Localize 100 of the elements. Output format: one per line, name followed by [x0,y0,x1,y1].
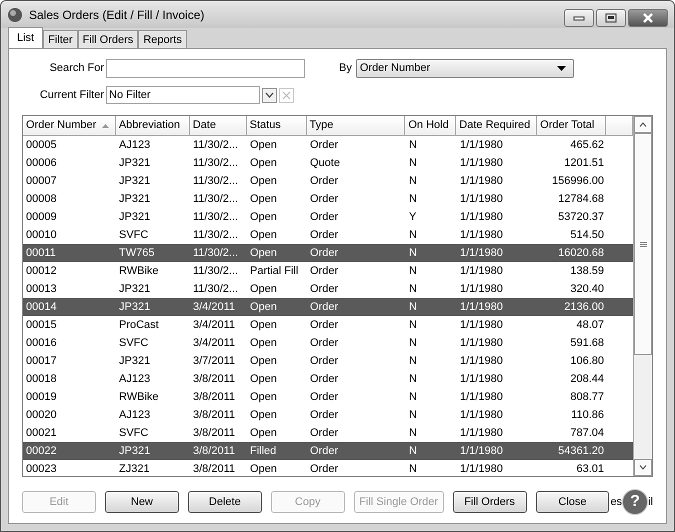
maximize-button[interactable] [596,9,626,27]
table-cell-text: 1/1/1980 [459,138,504,153]
table-row[interactable]: 00012 RWBike 11/30/2... Partial Fill Order N 1/1/1980 138.59 [23,262,633,280]
table-cell-text: 11/30/2... [192,138,240,153]
table-row[interactable]: 00009 JP321 11/30/2... Open Order Y 1/1/1980 53720.37 [23,208,633,226]
chevron-down-icon [639,465,647,470]
table-cell-text: N [408,462,418,476]
column-header[interactable]: Order Total [537,116,606,135]
table-cell-text: 11/30/2... [192,156,240,171]
clear-icon [282,90,291,100]
table-cell-text: Quote [309,156,341,171]
table-cell-text: 1/1/1980 [459,372,504,387]
table-cell-text: 53720.37 [557,210,605,225]
table-cell-text: ProCast [118,318,160,333]
scroll-down-button[interactable] [634,459,652,476]
filter-field[interactable]: No Filter [106,86,260,104]
table-cell-text: 00015 [25,318,58,333]
table-cell-text: 00014 [25,300,58,315]
column-header[interactable]: Order Number [23,116,116,135]
column-header[interactable]: Date [190,116,247,135]
scroll-up-button[interactable] [634,116,652,133]
table-cell-text: 3/8/2011 [192,444,236,459]
table-row[interactable]: 00008 JP321 11/30/2... Open Order N 1/1/1980 12784.68 [23,190,633,208]
table-cell-text: N [408,300,418,315]
table-row[interactable]: 00020 AJ123 3/8/2011 Open Order N 1/1/1980 110.86 [23,406,633,424]
table-cell-text: 1/1/1980 [459,246,504,261]
table-row[interactable]: 00005 AJ123 11/30/2... Open Order N 1/1/1980 465.62 [23,136,633,154]
column-header[interactable]: Abbreviation [116,116,190,135]
table-cell-text: N [408,174,418,189]
table-cell-text: 00022 [25,444,58,459]
column-header[interactable]: Date Required [456,116,538,135]
table-cell-text: 3/8/2011 [192,372,236,387]
table-row[interactable]: 00007 JP321 11/30/2... Open Order N 1/1/1980 156996.00 [23,172,633,190]
table-cell-text: Order [309,426,340,441]
table-cell-text: 00020 [25,408,58,423]
table-cell-text: SVFC [118,426,150,441]
table-cell-text: N [408,444,418,459]
table-row[interactable]: 00016 SVFC 3/4/2011 Open Order N 1/1/1980 591.68 [23,334,633,352]
table-cell-text: 3/8/2011 [192,408,236,423]
table-cell-text: AJ123 [118,408,152,423]
grip-icon [640,242,646,246]
minimize-button[interactable] [564,9,594,27]
table-row[interactable]: 00023 ZJ321 3/8/2011 Open Order N 1/1/1980 63.01 [23,460,633,476]
table-cell-text: N [408,282,418,297]
chevron-up-icon [639,122,647,127]
table-cell-text: Order [309,462,340,476]
table-cell-text: 514.50 [569,228,605,243]
table-row[interactable]: 00019 RWBike 3/8/2011 Open Order N 1/1/1980 808.77 [23,388,633,406]
table-cell-text: Partial Fill [249,264,300,279]
table-row[interactable]: 00010 SVFC 11/30/2... Open Order N 1/1/1980 514.50 [23,226,633,244]
table-cell-text: 1/1/1980 [459,174,504,189]
chevron-down-icon [265,92,274,98]
table-row[interactable]: 00021 SVFC 3/8/2011 Open Order N 1/1/1980 787.04 [23,424,633,442]
app-orb-icon [7,6,23,22]
table-cell-text: 591.68 [569,336,605,351]
table-cell-text: 16020.68 [557,246,605,261]
column-header[interactable]: Type [306,116,406,135]
table-row[interactable]: 00011 TW765 11/30/2... Open Order N 1/1/1980 16020.68 [23,244,633,262]
action-button[interactable]: New [104,491,179,513]
table-cell-text: 00006 [25,156,58,171]
table-cell-text: TW765 [118,246,156,261]
close-button[interactable] [628,9,668,27]
tab[interactable]: Filter [43,30,78,48]
table-cell-text: 11/30/2... [192,174,240,189]
table-row[interactable]: 00015 ProCast 3/4/2011 Open Order N 1/1/1980 48.07 [23,316,633,334]
action-button[interactable]: Delete [188,491,262,513]
dropdown-arrow-icon [556,66,566,70]
column-header[interactable]: Status [246,116,307,135]
table-cell-text: 12784.68 [557,192,605,207]
field-label: Search For [48,62,104,74]
table-row[interactable]: 00013 JP321 11/30/2... Open Order N 1/1/1980 320.40 [23,280,633,298]
table-row[interactable]: 00022 JP321 3/8/2011 Filled Order N 1/1/1980 54361.20 [23,442,633,460]
search-field[interactable] [106,58,305,78]
table-cell-text: JP321 [118,354,152,369]
table-row[interactable]: 00014 JP321 3/4/2011 Open Order N 1/1/1980 2136.00 [23,298,633,316]
column-header[interactable]: On Hold [405,116,456,135]
table-cell-text: 00005 [25,138,58,153]
table-cell-text: N [408,408,418,423]
table-row[interactable]: 00017 JP321 3/7/2011 Open Order N 1/1/1980 106.80 [23,352,633,370]
table-cell-text: Open [249,156,278,171]
sort-dropdown[interactable]: Order Number [356,58,574,78]
action-button[interactable]: Fill Orders [452,491,527,513]
table-cell-text: Order [309,246,340,261]
table-cell-text: 208.44 [569,372,605,387]
scroll-thumb[interactable] [634,133,652,355]
table-cell-text: N [408,354,418,369]
help-button[interactable]: ? [622,489,648,515]
tab[interactable]: Reports [138,30,187,48]
action-button[interactable]: Close [536,491,610,513]
tab[interactable]: Fill Orders [78,30,138,48]
table-row[interactable]: 00018 AJ123 3/8/2011 Open Order N 1/1/1980 208.44 [23,370,633,388]
vertical-scrollbar[interactable] [633,116,652,476]
tab[interactable]: List [8,27,44,48]
table-cell-text: Open [249,408,278,423]
table-row[interactable]: 00006 JP321 11/30/2... Open Quote N 1/1/1980 1201.51 [23,154,633,172]
table-cell-text: Open [249,372,278,387]
table-cell-text: 787.04 [569,426,605,441]
dropdown-button[interactable] [262,88,277,102]
table-cell-text: 1/1/1980 [459,282,504,297]
table-cell-text: JP321 [118,300,152,315]
